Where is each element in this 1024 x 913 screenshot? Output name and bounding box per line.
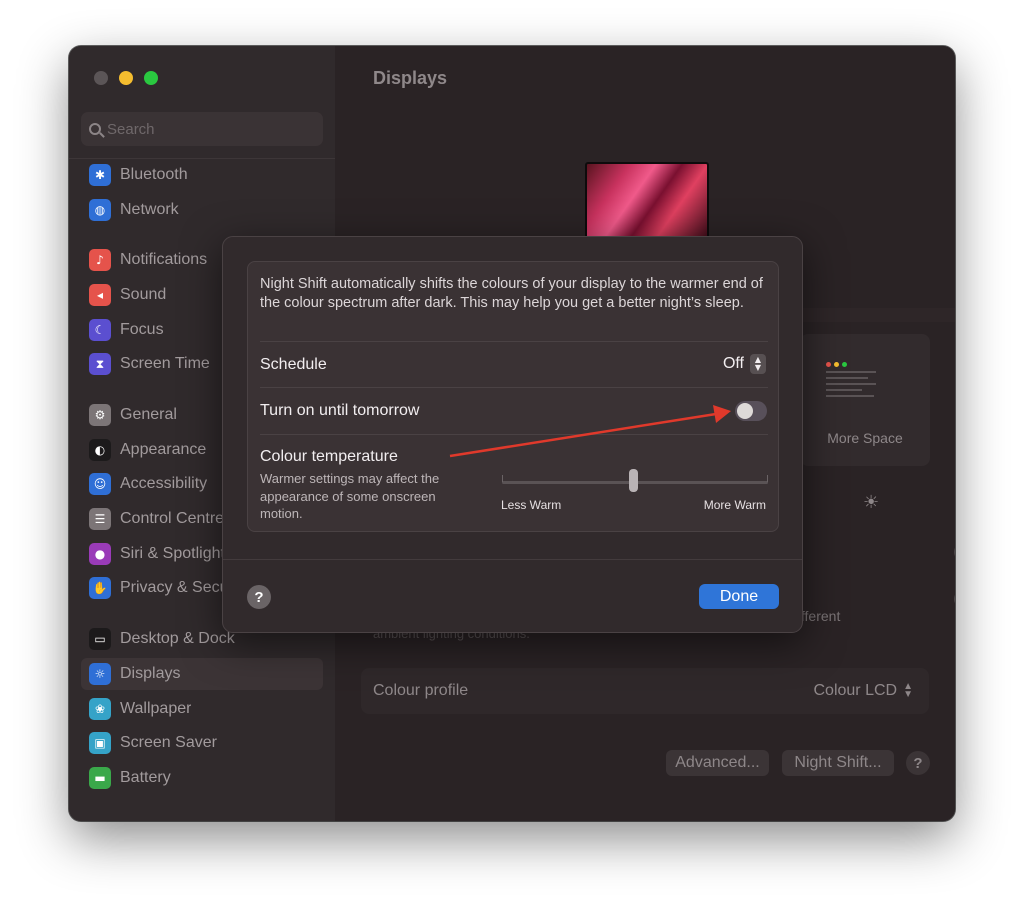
sheet-help-button[interactable]: ? bbox=[247, 585, 271, 609]
sidebar-item-label: Displays bbox=[120, 665, 181, 682]
more-space-preview bbox=[826, 362, 882, 408]
search-icon bbox=[89, 123, 101, 135]
battery-icon: ▬ bbox=[89, 767, 111, 789]
less-warm-label: Less Warm bbox=[501, 498, 562, 512]
colour-profile-label: Colour profile bbox=[373, 682, 469, 699]
chevron-up-down-icon: ▲ ▼ bbox=[903, 681, 913, 700]
sidebar-item-label: Wallpaper bbox=[120, 700, 192, 717]
colour-profile-popup[interactable]: Colour LCD ▲ ▼ bbox=[814, 682, 914, 700]
sidebar-item-wallpaper[interactable]: ❀ Wallpaper bbox=[81, 693, 323, 725]
row-divider bbox=[260, 341, 768, 342]
night-shift-sheet: Night Shift automatically shifts the col… bbox=[222, 236, 803, 633]
search-field[interactable]: Search bbox=[81, 112, 323, 146]
sidebar-item-label: Bluetooth bbox=[120, 166, 188, 183]
main-help-button[interactable]: ? bbox=[906, 751, 930, 775]
more-space-label: More Space bbox=[827, 430, 903, 446]
hand-icon: ✋ bbox=[89, 577, 111, 599]
sidebar-item-label: Sound bbox=[120, 286, 167, 303]
sidebar-item-label: Siri & Spotlight bbox=[120, 545, 225, 562]
zoom-window-button[interactable] bbox=[144, 71, 158, 85]
hourglass-icon: ⧗ bbox=[89, 353, 111, 375]
speaker-icon: ◂ bbox=[89, 284, 111, 306]
night-shift-description: Night Shift automatically shifts the col… bbox=[260, 276, 763, 311]
sidebar-item-label: Screen Saver bbox=[120, 734, 217, 751]
slider-tick bbox=[767, 475, 768, 482]
slider-tick bbox=[502, 475, 503, 482]
sidebar-item-label: Battery bbox=[120, 769, 171, 786]
siri-icon: ● bbox=[89, 543, 111, 565]
sidebar-item-battery[interactable]: ▬ Battery bbox=[81, 762, 323, 794]
more-space-option[interactable]: More Space bbox=[800, 334, 930, 466]
close-window-button[interactable] bbox=[94, 71, 108, 85]
true-tone-toggle[interactable] bbox=[954, 590, 955, 608]
minimize-window-button[interactable] bbox=[119, 71, 133, 85]
bluetooth-icon: ✱ bbox=[89, 164, 111, 186]
bell-icon: ♪ bbox=[89, 249, 111, 271]
sidebar-item-label: General bbox=[120, 406, 177, 423]
row-divider bbox=[260, 387, 768, 388]
toggle-knob bbox=[737, 403, 753, 419]
schedule-value: Off bbox=[722, 355, 744, 372]
sidebar-item-label: Notifications bbox=[120, 251, 208, 268]
auto-brightness-toggle[interactable] bbox=[954, 543, 955, 561]
sidebar-item-bluetooth[interactable]: ✱ Bluetooth bbox=[81, 159, 323, 191]
turn-on-until-tomorrow-label: Turn on until tomorrow bbox=[260, 402, 420, 419]
night-shift-panel: Night Shift automatically shifts the col… bbox=[247, 261, 779, 532]
more-warm-label: More Warm bbox=[703, 498, 766, 512]
colour-temperature-label: Colour temperature bbox=[260, 448, 398, 465]
sidebar-item-label: Accessibility bbox=[120, 475, 208, 492]
search-placeholder: Search bbox=[107, 120, 155, 138]
sidebar-item-screen-saver[interactable]: ▣ Screen Saver bbox=[81, 727, 323, 759]
schedule-popup[interactable]: Off ▲ ▼ bbox=[723, 354, 766, 374]
screen-saver-icon: ▣ bbox=[89, 732, 111, 754]
night-shift-button[interactable]: Night Shift... bbox=[782, 750, 894, 776]
accessibility-icon: ☺ bbox=[89, 473, 111, 495]
advanced-button[interactable]: Advanced... bbox=[666, 750, 769, 776]
sidebar-item-label: Screen Time bbox=[120, 355, 210, 372]
colour-profile-value: Colour LCD bbox=[813, 682, 898, 699]
control-centre-icon: ☰ bbox=[89, 508, 111, 530]
sun-icon: ☼ bbox=[89, 663, 111, 685]
gear-icon: ⚙ bbox=[89, 404, 111, 426]
sidebar-item-network[interactable]: ◍ Network bbox=[81, 194, 323, 226]
turn-on-until-tomorrow-toggle[interactable] bbox=[735, 401, 767, 421]
colour-profile-row: Colour profile Colour LCD ▲ ▼ bbox=[361, 668, 929, 714]
done-button[interactable]: Done bbox=[699, 584, 779, 609]
globe-icon: ◍ bbox=[89, 199, 111, 221]
brightness-sun-icon: ☀ bbox=[863, 492, 880, 513]
sidebar-item-label: Control Centre bbox=[120, 510, 225, 527]
page-title: Displays bbox=[373, 68, 448, 88]
moon-icon: ☾ bbox=[89, 319, 111, 341]
sidebar-item-label: Focus bbox=[120, 321, 164, 338]
sidebar-item-label: Desktop & Dock bbox=[120, 630, 235, 647]
sidebar-item-displays[interactable]: ☼ Displays bbox=[81, 658, 323, 690]
colour-temperature-subtext: Warmer settings may affect the appearanc… bbox=[260, 471, 440, 521]
colour-temperature-slider-thumb[interactable] bbox=[629, 469, 638, 492]
sheet-footer-divider bbox=[223, 559, 802, 560]
schedule-label: Schedule bbox=[260, 356, 327, 373]
wallpaper-icon: ❀ bbox=[89, 698, 111, 720]
chevron-up-down-icon: ▲ ▼ bbox=[750, 354, 766, 374]
appearance-icon: ◐ bbox=[89, 439, 111, 461]
sidebar-item-label: Appearance bbox=[120, 441, 207, 458]
row-divider bbox=[260, 434, 768, 435]
display-thumbnail[interactable] bbox=[585, 162, 709, 242]
dock-icon: ▭ bbox=[89, 628, 111, 650]
sidebar-item-label: Network bbox=[120, 201, 179, 218]
